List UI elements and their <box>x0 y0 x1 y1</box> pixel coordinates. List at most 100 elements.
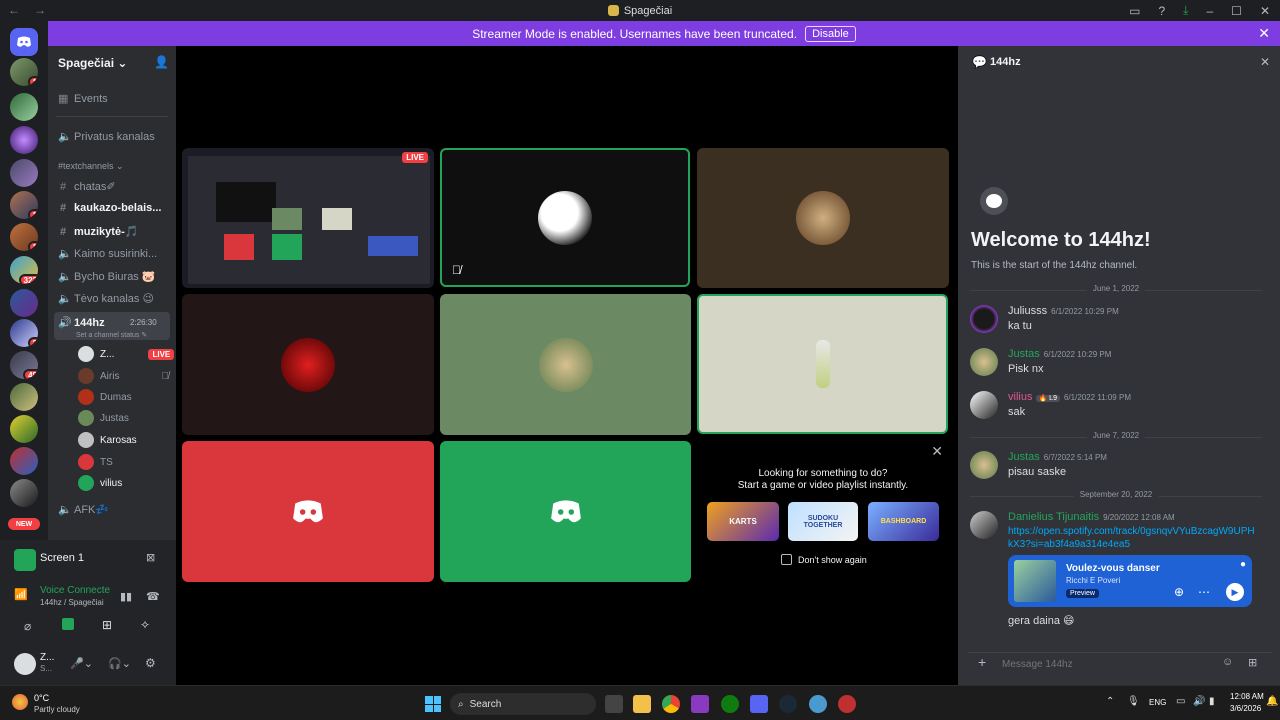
close-window-icon[interactable]: ✕ <box>1260 4 1270 18</box>
noise-suppression-icon[interactable]: ▮▮ <box>120 590 132 603</box>
channel-afk[interactable]: 🔈 AFK💤 <box>58 503 170 516</box>
disconnect-icon[interactable]: ☎ <box>146 590 160 603</box>
channel-privatus[interactable]: 🔈 Privatus kanalas <box>58 130 170 144</box>
add-icon[interactable]: ⊕ <box>1174 585 1184 599</box>
app-icon[interactable] <box>691 695 709 713</box>
voice-user[interactable]: Airis 🎙̸ <box>78 368 169 384</box>
help-icon[interactable]: ? <box>1158 4 1165 18</box>
channel-muzikyte[interactable]: # muzikytė-🎵 <box>58 225 170 239</box>
emoji-icon[interactable]: ☺ <box>1222 656 1233 668</box>
voice-user[interactable]: vilius <box>78 475 122 491</box>
voice-user[interactable]: Justas <box>78 410 129 426</box>
message-input[interactable] <box>1002 655 1202 673</box>
channel-status-input[interactable]: Set a channel status ✎ <box>76 331 147 339</box>
microphone-icon[interactable]: 🎤⌄ <box>70 657 93 670</box>
chat-message[interactable]: Justas 6/7/2022 5:14 PM pisau saske <box>970 451 1270 479</box>
close-icon[interactable]: ✕ <box>931 443 943 460</box>
server-icon[interactable]: 1 <box>10 58 38 86</box>
task-view-icon[interactable] <box>605 695 623 713</box>
server-icon[interactable] <box>10 126 38 154</box>
minimize-icon[interactable]: – <box>1206 4 1213 18</box>
discord-taskbar-icon[interactable] <box>750 695 768 713</box>
close-banner-icon[interactable]: ✕ <box>1258 25 1270 42</box>
activity-icon[interactable]: ⊞ <box>102 618 112 632</box>
stop-stream-icon[interactable]: ⊠ <box>146 551 155 564</box>
server-icon[interactable] <box>10 447 38 475</box>
server-icon[interactable]: 1 <box>10 191 38 219</box>
apps-icon[interactable]: ⊞ <box>1248 656 1257 669</box>
back-arrow-icon[interactable]: ← <box>8 3 20 17</box>
chat-message[interactable]: Juliusss 6/1/2022 10:29 PM ka tu <box>970 305 1270 333</box>
server-icon[interactable] <box>10 93 38 121</box>
forward-arrow-icon[interactable]: → <box>34 3 46 17</box>
windows-start-icon[interactable] <box>425 696 441 712</box>
voice-status[interactable]: Voice Connecte <box>40 585 110 596</box>
stream-tile[interactable]: LIVE <box>182 148 434 288</box>
chat-message[interactable]: vilius 🔥 L9 6/1/2022 11:09 PM sak <box>970 391 1270 419</box>
server-icon[interactable] <box>10 383 38 411</box>
avatar[interactable] <box>14 653 36 675</box>
video-tile[interactable] <box>697 148 949 288</box>
video-tile[interactable] <box>182 294 434 435</box>
app-icon[interactable] <box>809 695 827 713</box>
voice-user[interactable]: Dumas <box>78 389 132 405</box>
tray-chevron-icon[interactable]: ⌃ <box>1106 696 1114 707</box>
video-tile[interactable] <box>440 441 691 582</box>
clock-date[interactable]: 3/6/2026 <box>1230 704 1261 713</box>
disable-button[interactable]: Disable <box>805 25 856 42</box>
battery-icon[interactable]: ▮ <box>1209 696 1215 707</box>
more-icon[interactable]: ⋯ <box>1198 585 1210 599</box>
dont-show-again[interactable]: Don't show again <box>781 554 867 565</box>
spotify-link[interactable]: https://open.spotify.com/track/0gsnqvVYu… <box>1008 525 1256 551</box>
game-card[interactable]: SUDOKU TOGETHER <box>788 502 858 541</box>
server-icon[interactable] <box>10 479 38 507</box>
server-icon[interactable] <box>10 159 38 187</box>
xbox-icon[interactable] <box>721 695 739 713</box>
voice-user[interactable]: TS <box>78 454 113 470</box>
steam-icon[interactable] <box>779 695 797 713</box>
checkbox[interactable] <box>781 554 792 565</box>
events-channel[interactable]: ▦ Events <box>58 92 170 106</box>
game-card[interactable]: KARTS <box>707 502 779 541</box>
headphones-icon[interactable]: 🎧⌄ <box>108 657 131 670</box>
video-tile[interactable] <box>182 441 434 582</box>
server-icon[interactable] <box>10 289 38 317</box>
camera-off-icon[interactable]: ⌀ <box>24 619 31 633</box>
download-icon[interactable]: ⤓ <box>1183 3 1188 18</box>
game-card[interactable]: BASHBOARD <box>868 502 939 541</box>
channel-bycho[interactable]: 🔈 Bycho Biuras 🐷 <box>58 270 170 283</box>
taskbar-search[interactable]: ⌕ Search <box>450 693 596 715</box>
maximize-icon[interactable]: ☐ <box>1231 4 1242 18</box>
server-icon[interactable]: 323 <box>10 256 38 284</box>
notifications-icon[interactable]: 🔔 <box>1266 696 1278 707</box>
channel-kaimo[interactable]: 🔈 Kaimo susirinki... <box>58 247 170 261</box>
video-tile-speaking[interactable]: 🎙̸ <box>440 148 690 287</box>
server-icon[interactable]: 1 <box>10 223 38 251</box>
category-textchannels[interactable]: #textchannels ⌄ <box>58 161 170 172</box>
video-tile-speaking[interactable] <box>697 294 948 434</box>
clock-time[interactable]: 12:08 AM <box>1230 692 1264 701</box>
volume-icon[interactable]: 🔊 <box>1193 696 1205 707</box>
channel-kaukazo[interactable]: # kaukazo-belais... <box>58 202 170 214</box>
server-icon[interactable]: 2 <box>10 319 38 347</box>
video-tile[interactable] <box>440 294 691 435</box>
add-attachment-icon[interactable]: + <box>978 654 986 670</box>
chat-message[interactable]: Justas 6/1/2022 10:29 PM Pisk nx <box>970 348 1270 376</box>
server-icon[interactable] <box>10 415 38 443</box>
chat-message[interactable]: Danielius Tijunaitis 9/20/2022 12:08 AM h… <box>970 511 1270 651</box>
server-name-header[interactable]: Spagečiai ⌄ <box>58 56 127 70</box>
voice-user[interactable]: Z... LIVE <box>78 346 175 362</box>
network-icon[interactable]: ▭ <box>1176 696 1185 707</box>
channel-chatas[interactable]: # chatas✐ <box>58 180 170 194</box>
app-icon[interactable] <box>838 695 856 713</box>
channel-tevo[interactable]: 🔈 Tėvo kanalas 😉 <box>58 292 170 305</box>
soundboard-icon[interactable]: ✧ <box>140 618 150 632</box>
language-indicator[interactable]: ENG <box>1149 698 1166 707</box>
file-explorer-icon[interactable] <box>633 695 651 713</box>
play-icon[interactable]: ▶ <box>1226 583 1244 601</box>
chrome-icon[interactable] <box>662 695 680 713</box>
voice-user[interactable]: Karosas <box>78 432 137 448</box>
spotify-embed[interactable]: Voulez-vous danser Ricchi E Poveri Previ… <box>1008 555 1252 607</box>
server-icon[interactable]: 48 <box>10 351 38 379</box>
inbox-icon[interactable]: ▭ <box>1129 4 1140 18</box>
